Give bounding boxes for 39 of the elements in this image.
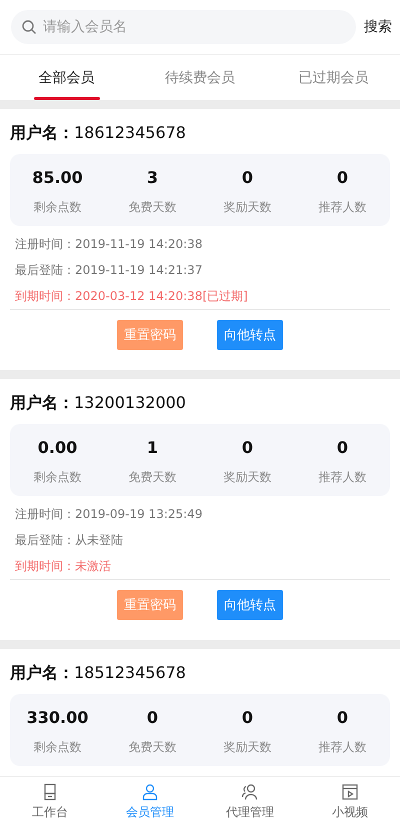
stat-label: 免费天数 (128, 199, 176, 216)
info-line: 最后登陆：从未登陆 (15, 532, 124, 549)
stat-label: 免费天数 (128, 469, 176, 486)
stat-value: 0 (336, 438, 348, 457)
stat-value: 1 (146, 438, 158, 457)
stat-label: 推荐人数 (318, 469, 366, 486)
stat-value: 0.00 (38, 438, 78, 457)
info-line: 到期时间：2020-03-12 14:20:38[已过期] (15, 288, 249, 305)
stat-value: 85.00 (32, 168, 83, 187)
stat-value: 0 (146, 708, 158, 727)
info-line: 到期时间：未激活 (15, 558, 112, 575)
search-field[interactable]: 请输入会员名 (11, 10, 356, 44)
stat-value: 0 (242, 168, 254, 187)
action-button[interactable]: 重置密码 (117, 590, 183, 620)
stat-value: 0 (336, 708, 348, 727)
stat-label: 推荐人数 (318, 739, 366, 756)
stat-label: 剩余点数 (34, 199, 82, 216)
info-line: 注册时间：2019-11-19 14:20:38 (15, 236, 204, 253)
stat-label: 奖励天数 (224, 469, 272, 486)
stat-label: 免费天数 (128, 739, 176, 756)
stat-value: 3 (146, 168, 158, 187)
username-title: 用户名：18512345678 (10, 662, 187, 684)
stat-value: 330.00 (26, 708, 88, 727)
username-title: 用户名：18612345678 (10, 122, 187, 144)
stat-label: 奖励天数 (224, 739, 272, 756)
info-line: 最后登陆：2019-11-19 14:21:37 (15, 262, 204, 279)
action-button[interactable]: 重置密码 (117, 320, 183, 350)
stat-value: 0 (336, 168, 348, 187)
username-title: 用户名：13200132000 (10, 392, 187, 414)
search-button[interactable]: 搜索 (364, 18, 392, 36)
stat-label: 剩余点数 (34, 739, 82, 756)
stat-label: 推荐人数 (318, 199, 366, 216)
action-button[interactable]: 向他转点 (217, 590, 283, 620)
stat-value: 0 (242, 438, 254, 457)
stat-value: 0 (242, 708, 254, 727)
action-button[interactable]: 向他转点 (217, 320, 283, 350)
stat-label: 剩余点数 (34, 469, 82, 486)
info-line: 注册时间：2019-09-19 13:25:49 (15, 506, 204, 523)
stat-label: 奖励天数 (224, 199, 272, 216)
